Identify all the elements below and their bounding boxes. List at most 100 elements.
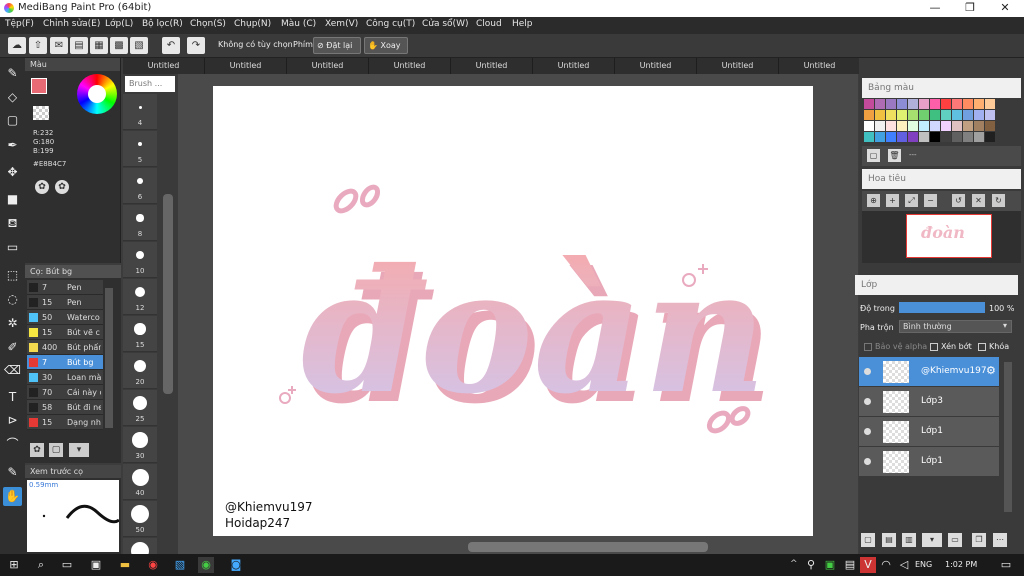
brush-size-option[interactable]: 20 [123,353,157,389]
size-scrollbar[interactable] [163,194,173,394]
palette-swatch[interactable] [875,121,885,131]
palette-swatch[interactable] [963,110,973,120]
clock[interactable]: 1:02 PM [945,560,977,569]
layer-settings-icon[interactable]: ⋯ [993,533,1007,547]
zoom-in-icon[interactable]: + [886,194,899,207]
tab-untitled[interactable]: Untitled [205,58,287,74]
duplicate-layer-icon[interactable]: ❐ [972,533,986,547]
grid-icon[interactable]: ▩ [110,37,128,54]
palette-swatch[interactable] [864,132,874,142]
palette-swatch[interactable] [919,121,929,131]
message-icon[interactable]: ▤ [70,37,88,54]
redo-icon[interactable]: ↷ [187,37,205,54]
gradient-tool-icon[interactable]: ▭ [3,238,22,257]
palette-icon[interactable]: ✿ [35,180,49,194]
zoom-out-icon[interactable]: − [924,194,937,207]
file-explorer-icon[interactable]: ▬ [117,557,133,573]
lasso-tool-icon[interactable]: ◌ [3,290,22,309]
menu-capture[interactable]: Chụp(N) [234,19,271,29]
new-palette-icon[interactable]: ▢ [867,149,880,162]
navigator-view[interactable]: đoàn [862,211,1021,263]
brush-list-item[interactable]: 400 Bút phấn [27,340,103,355]
palette-swatch[interactable] [875,132,885,142]
magic-wand-tool-icon[interactable]: ✲ [3,314,22,333]
fill-shape-tool-icon[interactable]: ■ [3,190,22,209]
brush-size-option[interactable]: 25 [123,390,157,426]
palette-swatch[interactable] [941,121,951,131]
eye-icon[interactable] [864,458,871,465]
palette-swatch[interactable] [952,121,962,131]
palette-swatch[interactable] [864,121,874,131]
layer-row[interactable]: Lớp3 [859,387,999,417]
palette-swatch[interactable] [908,121,918,131]
eye-icon[interactable] [864,368,871,375]
protect-alpha-checkbox[interactable] [864,343,872,351]
eraser-tool-icon[interactable]: ◇ [3,88,22,107]
new-8bit-layer-icon[interactable]: ▥ [902,533,916,547]
palette-swatch[interactable] [908,110,918,120]
dropper-tool-icon[interactable]: ⌒ [3,435,22,454]
palette-swatch[interactable] [919,132,929,142]
eye-icon[interactable] [864,398,871,405]
palette-swatch[interactable] [941,110,951,120]
brush-size-option[interactable]: 12 [123,279,157,315]
palette-swatch[interactable] [886,99,896,109]
menu-color[interactable]: Màu (C) [281,19,316,29]
tab-untitled[interactable]: Untitled [369,58,451,74]
move-tool-icon[interactable]: ✥ [3,163,22,182]
layer-menu-icon[interactable]: ▾ [922,533,942,547]
brush-size-option[interactable]: 6 [123,168,157,204]
palette-swatch[interactable] [886,132,896,142]
select-eraser-tool-icon[interactable]: ⌫ [3,361,22,380]
new-layer-icon[interactable]: ▢ [861,533,875,547]
palette-swatch[interactable] [930,121,940,131]
brush-size-option[interactable]: 5 [123,131,157,167]
tray-chevron-icon[interactable]: ^ [790,559,798,569]
tab-untitled[interactable]: Untitled [451,58,533,74]
brush-list-item[interactable]: 50 Waterco [27,310,103,325]
maximize-button[interactable]: ❐ [955,1,985,14]
blend-select[interactable]: Bình thường ▾ [899,320,1012,333]
menu-select[interactable]: Chọn(S) [190,19,226,29]
rotate-button[interactable]: ✋ Xoay [364,37,408,54]
navigator-viewport[interactable]: đoàn [906,214,992,258]
zalo-icon[interactable]: ◙ [228,557,244,573]
brush-list-item[interactable]: 7 Bút bg [27,355,103,370]
palette-swatch[interactable] [952,110,962,120]
palette-swatch[interactable] [985,110,995,120]
upload-icon[interactable]: ⇧ [29,37,47,54]
brush-list-item[interactable]: 7 Pen [27,280,103,295]
brush-size-option[interactable]: 50 [123,501,157,537]
menu-help[interactable]: Help [512,19,533,29]
brush-list-item[interactable]: 30 Loan mà [27,370,103,385]
menu-filter[interactable]: Bộ lọc(R) [142,19,183,29]
palette-swatch[interactable] [875,110,885,120]
palette-swatch[interactable] [886,121,896,131]
brush-scrollbar[interactable] [105,288,113,428]
canvas-area[interactable]: đoàn đoàn @Khiemvu197 Hoidap247 [178,74,858,554]
text-tool-icon[interactable]: T [3,388,22,407]
eyedropper-tool-icon[interactable]: ✎ [3,463,22,482]
zoom-icon[interactable]: ⊕ [867,194,880,207]
palette-swatch[interactable] [974,99,984,109]
task-view-icon[interactable]: ▭ [59,557,75,573]
palette-swatch[interactable] [963,132,973,142]
brush-list-item[interactable]: 70 Cái này c [27,385,103,400]
palette-swatch[interactable] [864,110,874,120]
palette-swatch[interactable] [897,132,907,142]
palette-swatch[interactable] [908,132,918,142]
document-icon[interactable]: ▦ [90,37,108,54]
brush-tool-icon[interactable]: ✎ [3,64,22,83]
minimize-button[interactable]: — [920,1,950,14]
palette-swatch[interactable] [974,132,984,142]
lock-checkbox[interactable] [978,343,986,351]
select-pen-tool-icon[interactable]: ✐ [3,338,22,357]
operation-tool-icon[interactable]: ⊳ [3,411,22,430]
folder-icon[interactable]: ▭ [948,533,962,547]
search-icon[interactable]: ⌕ [33,557,49,573]
pen-tool-icon[interactable]: ✒ [3,136,22,155]
layer-scrollbar[interactable] [1004,362,1012,512]
palette-swatch[interactable] [886,110,896,120]
comment-icon[interactable]: ✉ [50,37,68,54]
palette-swatch[interactable] [897,110,907,120]
